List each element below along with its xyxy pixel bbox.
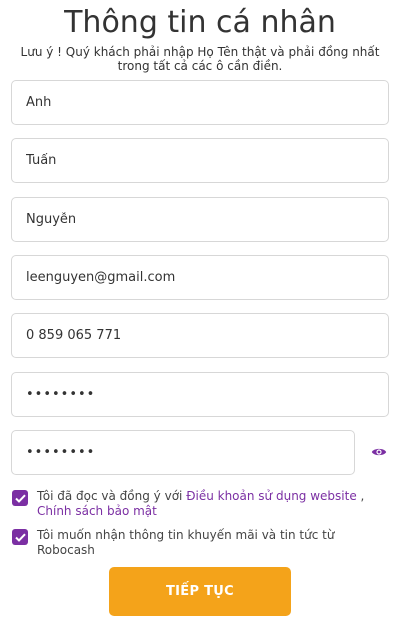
terms-separator: , — [356, 489, 365, 503]
terms-of-use-link[interactable]: Điều khoản sử dụng website — [186, 489, 357, 503]
notice-line-2: trong tất cả các ô cần điền. — [117, 59, 283, 73]
notice-text: Lưu ý ! Quý khách phải nhập Họ Tên thật … — [14, 45, 386, 73]
terms-prefix: Tôi đã đọc và đồng ý với — [37, 489, 187, 503]
checkmark-icon — [14, 494, 26, 503]
personal-info-page: Thông tin cá nhân Lưu ý ! Quý khách phải… — [0, 0, 400, 623]
page-title: Thông tin cá nhân — [64, 5, 336, 40]
privacy-policy-link[interactable]: Chính sách bảo mật — [37, 504, 157, 518]
first-name-input[interactable] — [11, 80, 389, 125]
middle-name-input[interactable] — [11, 138, 389, 183]
eye-icon[interactable] — [371, 445, 387, 457]
promo-consent-row: Tôi muốn nhận thông tin khuyến mãi và ti… — [12, 528, 387, 558]
password-input[interactable] — [11, 372, 389, 417]
promo-text: Tôi muốn nhận thông tin khuyến mãi và ti… — [37, 528, 335, 557]
last-name-input[interactable] — [11, 197, 389, 242]
confirm-password-input[interactable] — [11, 430, 355, 475]
terms-consent-row: Tôi đã đọc và đồng ý với Điều khoản sử d… — [12, 489, 387, 519]
promo-checkbox[interactable] — [12, 529, 28, 545]
email-input[interactable] — [11, 255, 389, 300]
phone-input[interactable] — [11, 313, 389, 358]
terms-checkbox[interactable] — [12, 490, 28, 506]
continue-button[interactable]: TIẾP TỤC — [109, 567, 291, 616]
checkmark-icon — [14, 533, 26, 542]
terms-text: Tôi đã đọc và đồng ý với Điều khoản sử d… — [37, 489, 387, 519]
notice-line-1: Lưu ý ! Quý khách phải nhập Họ Tên thật … — [20, 45, 380, 59]
